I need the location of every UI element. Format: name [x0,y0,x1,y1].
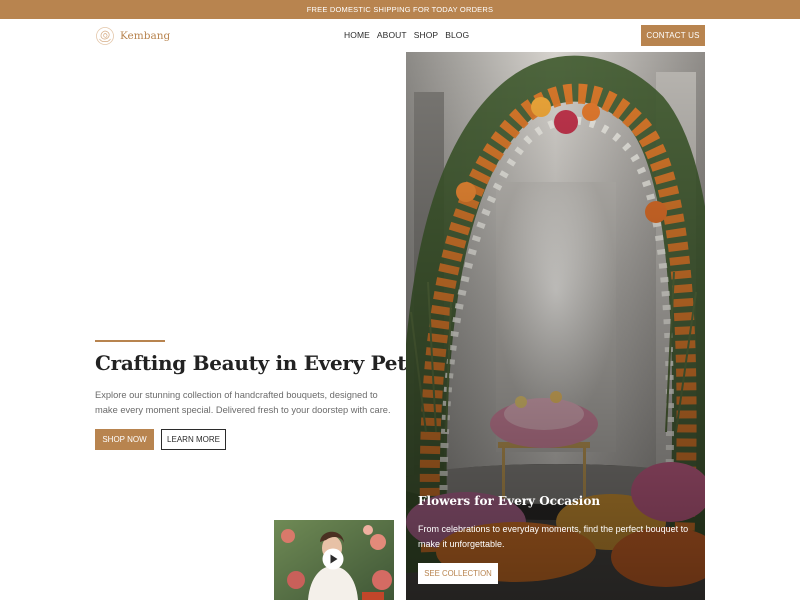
nav-shop-link[interactable]: SHOP [414,30,439,40]
rose-logo-icon [96,27,114,45]
see-collection-button[interactable]: SEE COLLECTION [418,563,498,584]
contact-us-button[interactable]: CONTACT US [641,25,705,46]
hero-title: Crafting Beauty in Every Petal [95,351,427,375]
play-icon[interactable] [322,548,344,570]
brand[interactable]: Kembang [95,26,170,46]
video-thumbnail[interactable] [274,520,394,600]
navbar: Kembang HOME ABOUT SHOP BLOG CONTACT US [0,19,800,52]
feature-description: From celebrations to everyday moments, f… [418,524,689,549]
learn-more-button[interactable]: LEARN MORE [161,429,226,450]
nav-home-link[interactable]: HOME [344,30,370,40]
nav-blog-link[interactable]: BLOG [445,30,469,40]
shop-now-button[interactable]: SHOP NOW [95,429,154,450]
promo-bar: FREE DOMESTIC SHIPPING FOR TODAY ORDERS [0,0,800,19]
hero-description: Explore our stunning collection of handc… [95,390,391,415]
feature-title: Flowers for Every Occasion [418,494,601,508]
hero-divider [95,340,165,342]
brand-name: Kembang [120,30,171,42]
main-nav: HOME ABOUT SHOP BLOG [344,30,469,40]
nav-about-link[interactable]: ABOUT [377,30,407,40]
promo-text: FREE DOMESTIC SHIPPING FOR TODAY ORDERS [306,5,494,14]
floral-arch-image [406,52,705,600]
